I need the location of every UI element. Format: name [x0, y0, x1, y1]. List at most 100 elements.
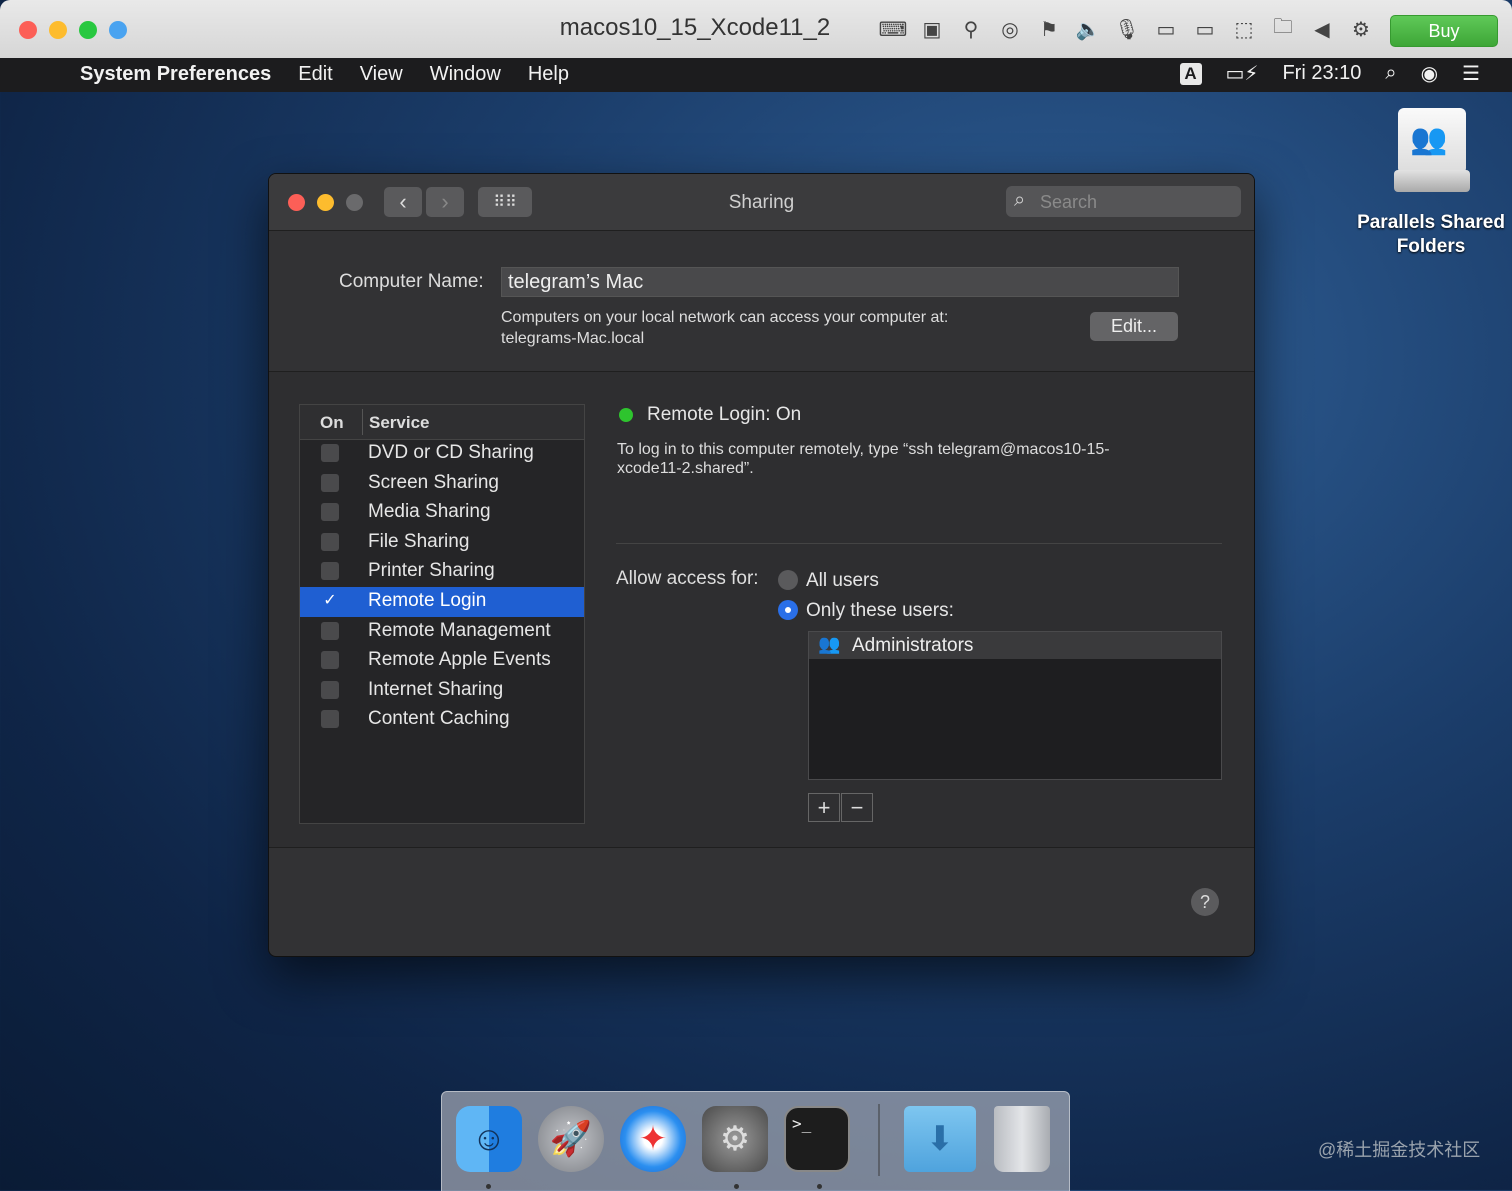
cd-icon[interactable]: ◎: [997, 16, 1023, 42]
instructions-line2: xcode11-2.shared”.: [617, 460, 754, 477]
remove-user-button[interactable]: −: [841, 793, 873, 822]
user-row-administrators[interactable]: 👥 Administrators: [809, 632, 1221, 659]
siri-icon[interactable]: ◉: [1421, 61, 1438, 86]
services-rows: DVD or CD Sharing Screen Sharing Media Sha…: [300, 439, 584, 735]
host-window-title: macos10_15_Xcode11_2: [559, 14, 831, 41]
service-label: Internet Sharing: [368, 678, 504, 700]
service-row[interactable]: Screen Sharing: [300, 469, 584, 499]
service-row[interactable]: Media Sharing: [300, 498, 584, 528]
device-icon[interactable]: ▭: [1153, 16, 1179, 42]
launchpad-icon[interactable]: 🚀: [538, 1106, 604, 1172]
window-minimize-button[interactable]: [317, 194, 334, 211]
computer-name-field[interactable]: telegram’s Mac: [501, 267, 1179, 297]
menu-app-name[interactable]: System Preferences: [80, 63, 271, 86]
service-row[interactable]: ✓ Remote Login: [300, 586, 584, 617]
host-minimize-button[interactable]: [49, 21, 67, 39]
only-these-users-radio[interactable]: [778, 600, 798, 620]
trash-icon[interactable]: [994, 1106, 1050, 1172]
menu-help[interactable]: Help: [528, 63, 569, 86]
watermark-text: @稀土掘金技术社区: [1318, 1140, 1481, 1160]
service-label: Remote Management: [368, 619, 551, 641]
host-toolbar-icons: ⌨ ▣ ⚲ ◎ ⚑ 🔈 🎙 ▭ ▭ ⬚ 🗀 ◀ ⚙: [879, 16, 1374, 42]
service-label: Remote Login: [368, 589, 487, 611]
dock: ☺ 🚀 ✦ ⚙ >_ ⬇: [441, 1091, 1070, 1191]
battery-icon[interactable]: ▭⚡: [1226, 61, 1259, 86]
search-field[interactable]: ⌕: [1006, 186, 1241, 217]
keyboard-icon[interactable]: ⌨: [879, 16, 908, 42]
window-close-button[interactable]: [288, 194, 305, 211]
column-service[interactable]: Service: [369, 413, 430, 433]
service-row[interactable]: DVD or CD Sharing: [300, 439, 584, 469]
service-checkbox[interactable]: [321, 651, 339, 670]
device2-icon[interactable]: ▭: [1192, 16, 1218, 42]
arrow-left-icon[interactable]: ◀: [1309, 16, 1335, 42]
local-hostname: telegrams-Mac.local: [501, 330, 645, 347]
usb-icon[interactable]: ⚲: [958, 16, 984, 42]
gear-icon[interactable]: ⚙: [1348, 16, 1374, 42]
help-button[interactable]: ?: [1191, 888, 1219, 916]
show-all-grid-button[interactable]: ⠿⠿: [478, 187, 532, 217]
all-users-label[interactable]: All users: [806, 570, 879, 592]
service-row[interactable]: Remote Management: [300, 617, 584, 647]
system-preferences-icon[interactable]: ⚙: [702, 1106, 768, 1172]
window-toolbar: ‹ › ⠿⠿ Sharing ⌕: [269, 174, 1254, 231]
service-checkbox[interactable]: [321, 503, 339, 522]
service-row[interactable]: Remote Apple Events: [300, 646, 584, 676]
safari-icon[interactable]: ✦: [620, 1106, 686, 1172]
status-indicator-dot: [619, 408, 633, 422]
service-checkbox[interactable]: [321, 532, 339, 551]
service-checkbox[interactable]: [321, 710, 339, 729]
service-row[interactable]: File Sharing: [300, 528, 584, 558]
cpu-icon[interactable]: ▣: [919, 16, 945, 42]
edit-hostname-button[interactable]: Edit...: [1090, 312, 1178, 341]
menu-window[interactable]: Window: [430, 63, 501, 86]
service-checkbox[interactable]: [321, 680, 339, 699]
terminal-icon[interactable]: >_: [784, 1106, 850, 1172]
folder-share-icon[interactable]: 🗀: [1270, 16, 1296, 42]
only-these-users-label[interactable]: Only these users:: [806, 600, 954, 622]
host-zoom-button[interactable]: [79, 21, 97, 39]
camera-icon[interactable]: ⬚: [1231, 16, 1257, 42]
instructions-line1: To log in to this computer remotely, typ…: [617, 441, 1110, 458]
forward-button[interactable]: ›: [426, 187, 464, 217]
speaker-icon[interactable]: 🔈: [1075, 16, 1101, 42]
search-input[interactable]: [1038, 189, 1232, 215]
shared-folders-drive-icon[interactable]: 👥: [1394, 108, 1470, 194]
users-list[interactable]: 👥 Administrators: [808, 631, 1222, 780]
login-instructions: To log in to this computer remotely, typ…: [617, 440, 1177, 478]
host-fullscreen-button[interactable]: [109, 21, 127, 39]
window-title: Sharing: [728, 192, 795, 213]
microphone-icon[interactable]: 🎙: [1114, 16, 1140, 42]
add-user-button[interactable]: +: [808, 793, 840, 822]
clock[interactable]: Fri 23:10: [1282, 62, 1361, 85]
back-button[interactable]: ‹: [384, 187, 422, 217]
service-checkbox[interactable]: ✓: [321, 591, 339, 610]
all-users-radio[interactable]: [778, 570, 798, 590]
service-row[interactable]: Internet Sharing: [300, 676, 584, 706]
service-checkbox[interactable]: [321, 562, 339, 581]
column-on[interactable]: On: [320, 413, 344, 433]
finder-icon[interactable]: ☺: [456, 1106, 522, 1172]
computer-name-label: Computer Name:: [339, 271, 484, 292]
people-icon: 👥: [1410, 123, 1448, 156]
service-checkbox[interactable]: [321, 444, 339, 462]
service-checkbox[interactable]: [321, 473, 339, 492]
service-label: Printer Sharing: [368, 560, 495, 582]
window-zoom-button[interactable]: [346, 194, 363, 211]
notification-center-icon[interactable]: ☰: [1462, 61, 1480, 86]
services-header: On Service: [300, 405, 584, 440]
drive-label[interactable]: Parallels Shared Folders: [1350, 211, 1512, 259]
buy-button[interactable]: Buy: [1390, 15, 1498, 47]
local-info-line1: Computers on your local network can acce…: [501, 309, 949, 326]
menu-view[interactable]: View: [360, 63, 403, 86]
service-row[interactable]: Printer Sharing: [300, 557, 584, 587]
host-close-button[interactable]: [19, 21, 37, 39]
downloads-folder-icon[interactable]: ⬇: [904, 1106, 976, 1172]
spotlight-search-icon[interactable]: ⌕: [1385, 62, 1396, 85]
menu-edit[interactable]: Edit: [298, 63, 332, 86]
allow-access-label: Allow access for:: [616, 568, 759, 589]
service-checkbox[interactable]: [321, 621, 339, 640]
service-row[interactable]: Content Caching: [300, 705, 584, 735]
input-source-icon[interactable]: A: [1179, 62, 1202, 85]
network-icon[interactable]: ⚑: [1036, 16, 1062, 42]
